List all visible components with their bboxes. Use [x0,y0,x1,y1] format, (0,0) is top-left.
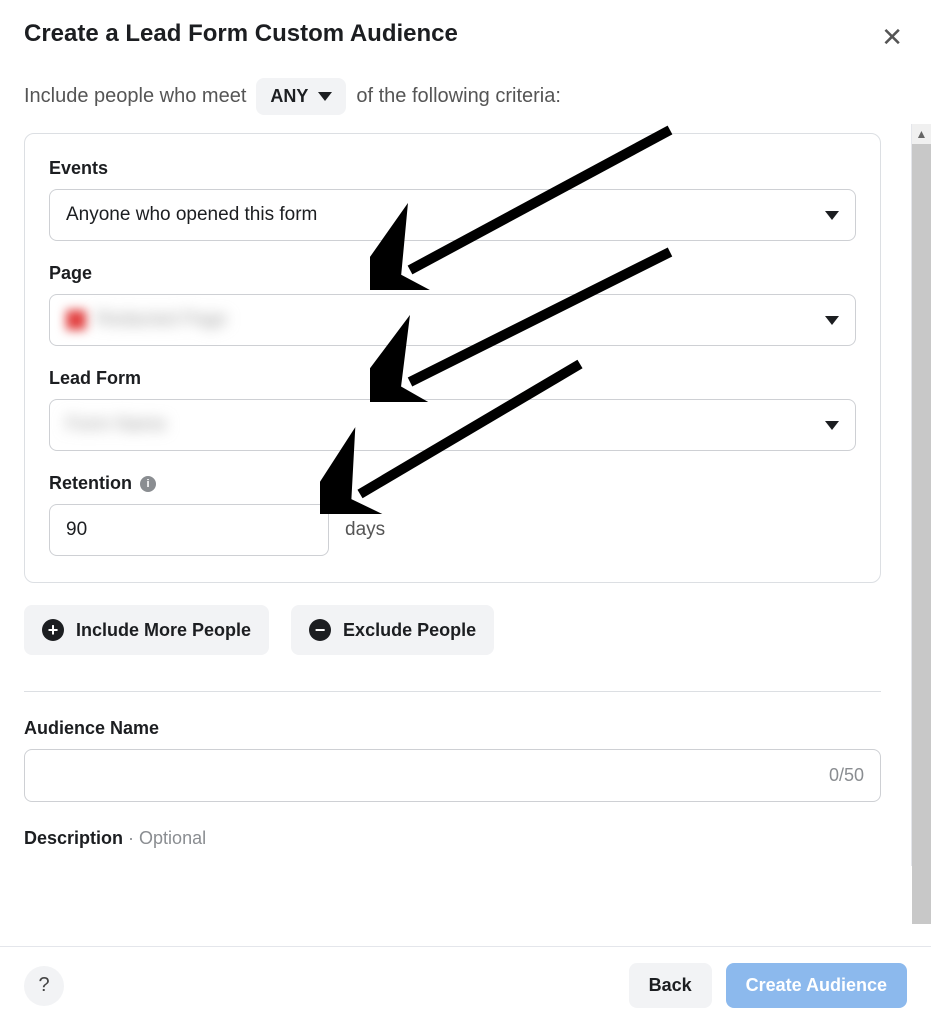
page-label: Page [49,263,856,284]
retention-label: Retention i [49,473,856,494]
caret-down-icon [318,92,332,101]
include-suffix: of the following criteria: [356,85,561,108]
events-value: Anyone who opened this form [66,204,317,226]
info-icon[interactable]: i [140,476,156,492]
retention-unit: days [345,519,385,541]
back-button[interactable]: Back [629,963,712,1008]
audience-name-label: Audience Name [24,718,881,739]
caret-down-icon [825,316,839,325]
minus-icon: − [309,619,331,641]
include-criteria-sentence: Include people who meet ANY of the follo… [24,78,881,115]
scroll-up-icon[interactable]: ▲ [916,124,928,144]
audience-name-input-wrap[interactable]: 0/50 [24,749,881,802]
events-select[interactable]: Anyone who opened this form [49,189,856,241]
events-label: Events [49,158,856,179]
page-value: Redacted Page [96,309,227,331]
create-audience-button[interactable]: Create Audience [726,963,907,1008]
description-optional: Optional [139,828,206,848]
plus-icon: + [42,619,64,641]
retention-input[interactable]: 90 [49,504,329,556]
any-label: ANY [270,86,308,107]
exclude-label: Exclude People [343,620,476,641]
lead-form-label: Lead Form [49,368,856,389]
caret-down-icon [825,421,839,430]
modal-title: Create a Lead Form Custom Audience [24,20,458,48]
lead-form-value: Form Name [66,414,166,436]
scrollbar[interactable]: ▲ ▼ [911,124,931,866]
page-icon [66,310,86,330]
description-label: Description · Optional [24,828,881,849]
include-prefix: Include people who meet [24,85,246,108]
scrollbar-thumb[interactable] [912,144,931,924]
help-icon[interactable]: ? [24,966,64,1006]
any-dropdown[interactable]: ANY [256,78,346,115]
audience-name-counter: 0/50 [829,765,864,786]
close-icon[interactable]: ✕ [877,20,907,54]
lead-form-select[interactable]: Form Name [49,399,856,451]
page-select[interactable]: Redacted Page [49,294,856,346]
caret-down-icon [825,211,839,220]
scrollbar-track[interactable] [912,144,931,846]
include-more-button[interactable]: + Include More People [24,605,269,655]
include-more-label: Include More People [76,620,251,641]
retention-value: 90 [66,519,87,540]
criteria-card: Events Anyone who opened this form Page … [24,133,881,583]
divider [24,691,881,692]
exclude-people-button[interactable]: − Exclude People [291,605,494,655]
audience-name-input[interactable] [41,764,829,787]
